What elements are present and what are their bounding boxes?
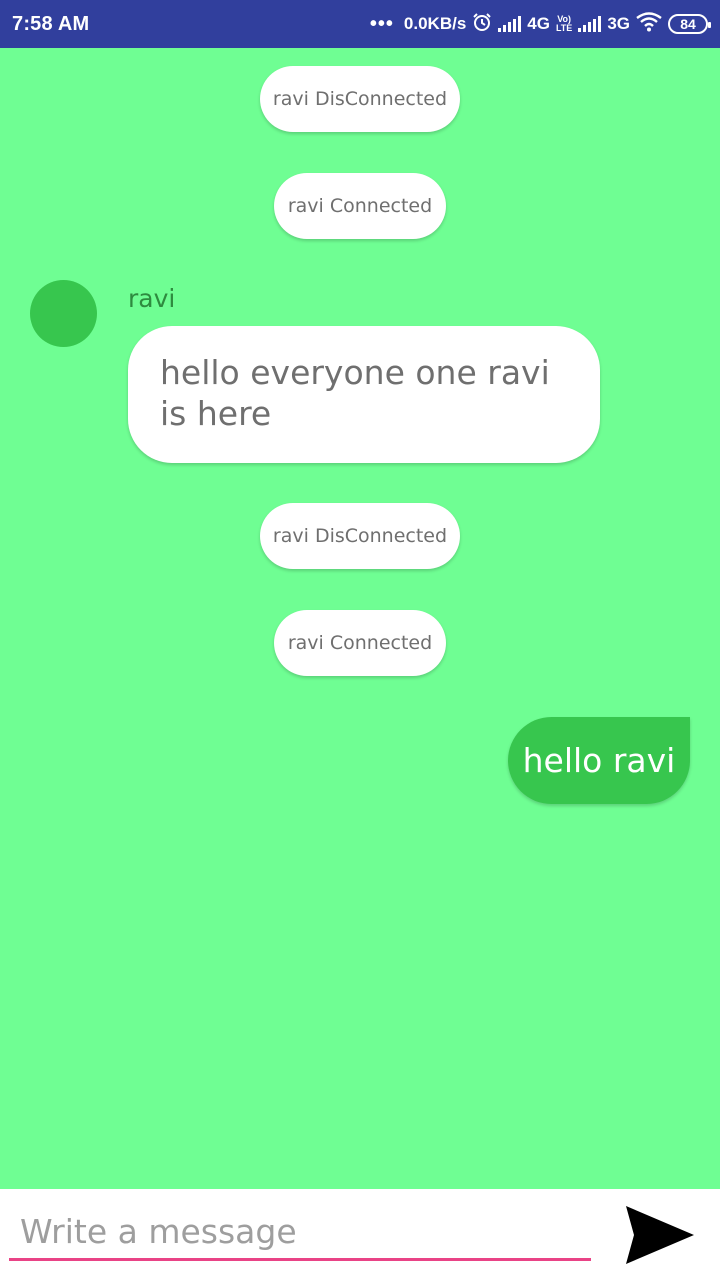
status-bar: 7:58 AM ••• 0.0KB/s 4G Vo) LTE 3G 84 — [0, 0, 720, 48]
avatar[interactable] — [30, 280, 97, 347]
send-icon — [626, 1206, 694, 1264]
incoming-message-bubble[interactable]: hello everyone one ravi is here — [128, 326, 600, 463]
battery-icon: 84 — [668, 14, 711, 34]
network-type-2: 3G — [607, 14, 630, 33]
more-notifications-icon: ••• — [369, 12, 394, 35]
alarm-icon — [472, 12, 492, 37]
volte-icon: Vo) LTE — [556, 15, 572, 33]
wifi-icon — [636, 11, 662, 37]
network-type-1: 4G — [527, 14, 550, 33]
system-message: ravi DisConnected — [260, 503, 460, 569]
sender-name: ravi — [128, 284, 176, 313]
system-message: ravi Connected — [274, 610, 446, 676]
volte-bottom: LTE — [555, 23, 573, 33]
data-rate: 0.0KB/s — [403, 14, 467, 33]
signal-icon — [498, 16, 522, 32]
system-message: ravi DisConnected — [260, 66, 460, 132]
signal-icon-2 — [578, 16, 602, 32]
status-indicators: ••• 0.0KB/s 4G Vo) LTE 3G 84 — [369, 11, 711, 37]
chat-area[interactable]: ravi DisConnected ravi Connected ravi he… — [0, 48, 720, 1189]
message-composer — [0, 1189, 720, 1280]
system-message: ravi Connected — [274, 173, 446, 239]
send-button[interactable] — [622, 1203, 700, 1267]
status-time: 7:58 AM — [12, 12, 90, 35]
outgoing-message-bubble[interactable]: hello ravi — [508, 717, 690, 804]
message-input[interactable] — [9, 1209, 591, 1261]
